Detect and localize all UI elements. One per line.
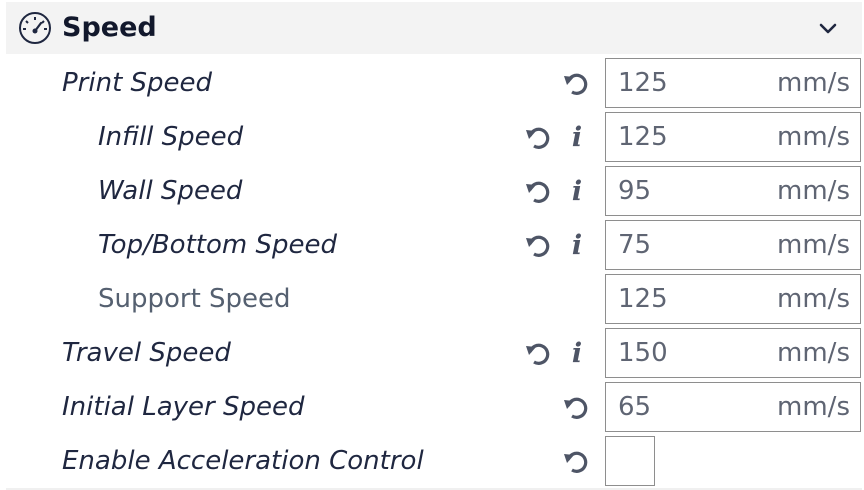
setting-row-enable-acceleration-control: Enable Acceleration Control (0, 434, 864, 488)
setting-label: Initial Layer Speed (62, 392, 305, 422)
setting-row-infill-speed: Infill Speed i 125 mm/s (0, 110, 864, 164)
setting-label: Enable Acceleration Control (62, 446, 424, 476)
info-icon[interactable]: i (566, 231, 588, 261)
reset-icon[interactable] (562, 394, 592, 424)
chevron-down-icon[interactable] (816, 18, 840, 38)
setting-label: Support Speed (98, 284, 291, 314)
info-icon[interactable]: i (566, 339, 588, 369)
reset-icon[interactable] (524, 232, 554, 262)
speedometer-icon (19, 12, 51, 44)
section-header-speed[interactable]: Speed (6, 2, 862, 54)
setting-row-support-speed: Support Speed 125 mm/s (0, 272, 864, 326)
setting-row-wall-speed: Wall Speed i 95 mm/s (0, 164, 864, 218)
reset-icon[interactable] (562, 70, 592, 100)
setting-label: Infill Speed (98, 122, 244, 152)
section-title: Speed (62, 12, 157, 43)
setting-label: Travel Speed (62, 338, 231, 368)
top-bottom-speed-input[interactable]: 75 mm/s (605, 220, 861, 270)
setting-label: Top/Bottom Speed (98, 230, 337, 260)
initial-layer-speed-input[interactable]: 65 mm/s (605, 382, 861, 432)
setting-label: Print Speed (62, 68, 213, 98)
info-icon[interactable]: i (566, 123, 588, 153)
wall-speed-input[interactable]: 95 mm/s (605, 166, 861, 216)
setting-row-travel-speed: Travel Speed i 150 mm/s (0, 326, 864, 380)
setting-label: Wall Speed (98, 176, 243, 206)
infill-speed-input[interactable]: 125 mm/s (605, 112, 861, 162)
setting-row-initial-layer-speed: Initial Layer Speed 65 mm/s (0, 380, 864, 434)
reset-icon[interactable] (524, 178, 554, 208)
print-speed-input[interactable]: 125 mm/s (605, 58, 861, 108)
support-speed-input[interactable]: 125 mm/s (605, 274, 861, 324)
reset-icon[interactable] (524, 124, 554, 154)
info-icon[interactable]: i (566, 177, 588, 207)
acceleration-control-checkbox[interactable] (605, 436, 655, 486)
setting-row-print-speed: Print Speed 125 mm/s (0, 56, 864, 110)
setting-row-top-bottom-speed: Top/Bottom Speed i 75 mm/s (0, 218, 864, 272)
reset-icon[interactable] (562, 448, 592, 478)
travel-speed-input[interactable]: 150 mm/s (605, 328, 861, 378)
reset-icon[interactable] (524, 340, 554, 370)
